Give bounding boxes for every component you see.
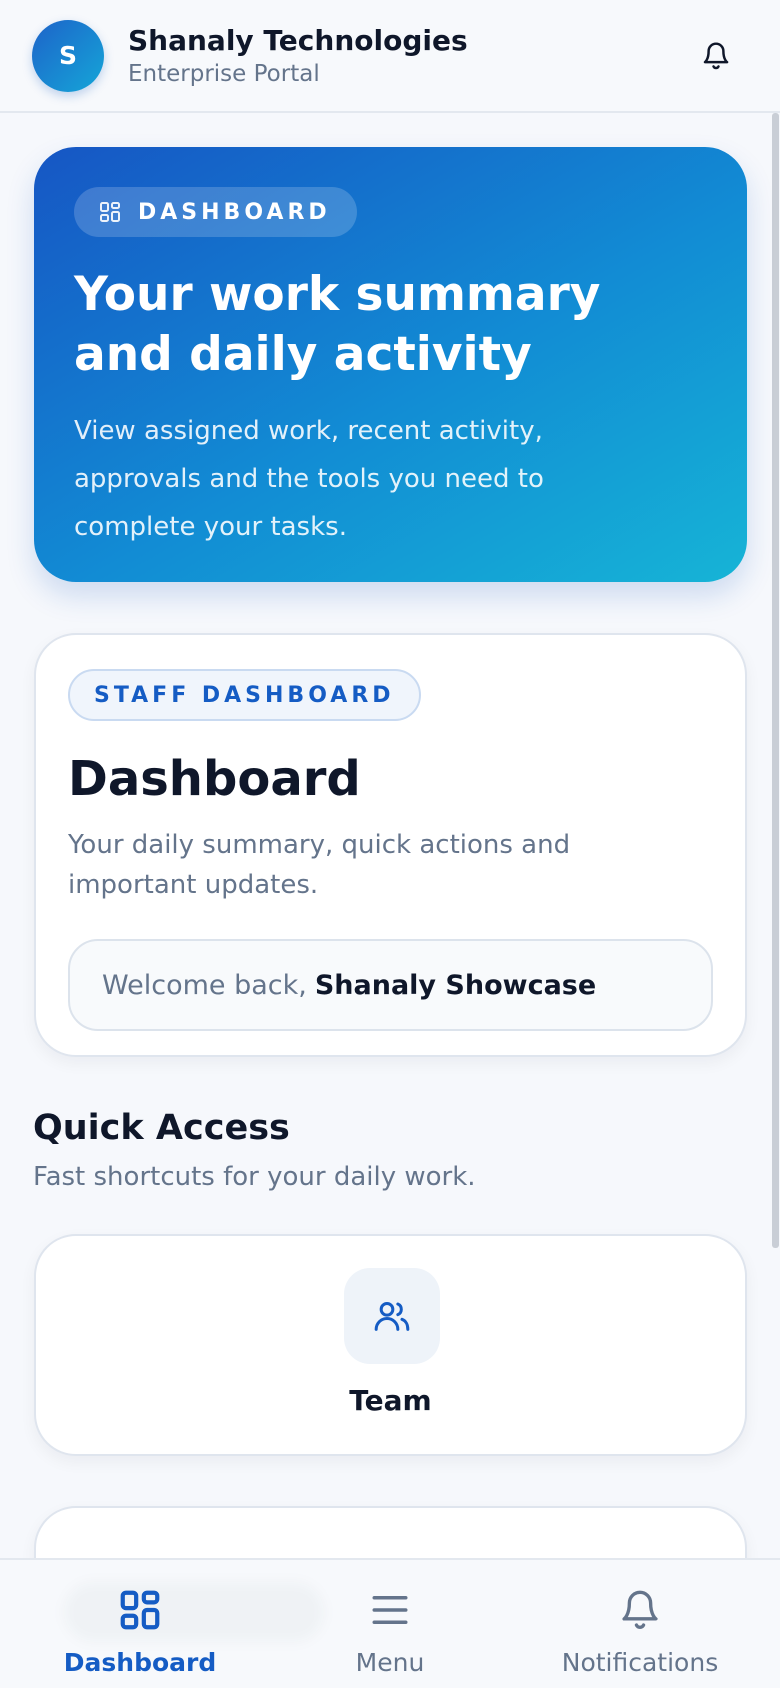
nav-label-notifications: Notifications <box>561 1648 719 1677</box>
app-screen: S Shanaly Technologies Enterprise Portal <box>0 0 780 1688</box>
brand-name: Shanaly Technologies <box>128 23 468 57</box>
nav-label-menu: Menu <box>355 1648 425 1677</box>
users-icon <box>344 1268 440 1364</box>
grid-icon <box>98 200 122 224</box>
bell-icon[interactable] <box>696 36 736 76</box>
quick-access-subtitle: Fast shortcuts for your daily work. <box>33 1162 476 1192</box>
brand-block: Shanaly Technologies Enterprise Portal <box>128 23 468 89</box>
company-avatar[interactable]: S <box>32 19 104 92</box>
welcome-prefix: Welcome back, <box>102 969 307 1001</box>
nav-item-notifications[interactable]: Notifications <box>550 1560 730 1688</box>
nav-item-menu[interactable]: Menu <box>330 1560 450 1688</box>
hero-description: View assigned work, recent activity, app… <box>74 416 544 542</box>
staff-badge: STAFF DASHBOARD <box>68 669 421 721</box>
hero-badge-label: DASHBOARD <box>138 199 331 225</box>
bell-icon <box>614 1584 666 1636</box>
nav-label-dashboard: Dashboard <box>63 1648 217 1677</box>
hero-title: Your work summary and daily activity <box>74 265 707 385</box>
hero-title-line-1: Your work summary <box>74 267 601 322</box>
welcome-banner: Welcome back, Shanaly Showcase <box>68 939 713 1031</box>
quick-access-team-card[interactable]: Team <box>34 1234 747 1456</box>
hamburger-menu-icon <box>364 1584 416 1636</box>
welcome-user-name: Shanaly Showcase <box>314 969 597 1001</box>
hero-title-line-2: and daily activity <box>74 327 532 382</box>
nav-item-dashboard[interactable]: Dashboard <box>60 1560 220 1688</box>
quick-access-title: Quick Access <box>33 1108 290 1148</box>
grid-icon <box>114 1584 166 1636</box>
top-header: S Shanaly Technologies Enterprise Portal <box>0 0 780 113</box>
page-title: Dashboard <box>68 751 361 807</box>
hero-badge: DASHBOARD <box>74 187 357 237</box>
bottom-navigation: Dashboard Menu Notifications <box>0 1558 780 1688</box>
hero-banner: DASHBOARD Your work summary and daily ac… <box>34 147 747 582</box>
staff-dashboard-card: STAFF DASHBOARD Dashboard Your daily sum… <box>34 633 747 1057</box>
scrollbar-thumb[interactable] <box>772 113 779 1248</box>
brand-subtitle: Enterprise Portal <box>128 60 320 87</box>
quick-access-item-label: Team <box>349 1384 432 1417</box>
page-description: Your daily summary, quick actions and im… <box>68 830 571 900</box>
